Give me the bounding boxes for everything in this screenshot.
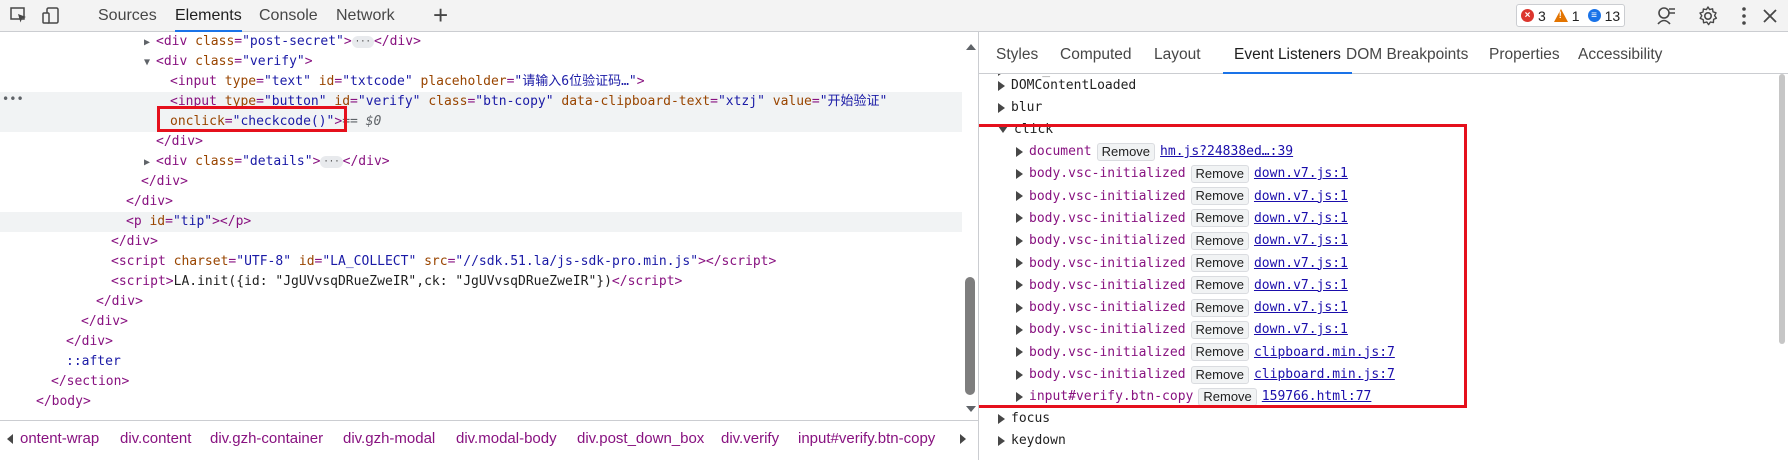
error-badge: × 3 xyxy=(1521,8,1546,24)
elements-scrollbar[interactable] xyxy=(962,32,978,420)
dom-node-post-secret[interactable]: ▶ <div class="post-secret"> ··· </div> xyxy=(0,32,962,52)
breadcrumb-item[interactable]: ontent-wrap xyxy=(20,430,99,447)
tab-properties[interactable]: Properties xyxy=(1489,32,1560,74)
event-listener-list: E..._... ... DOMContentLoaded blur click… xyxy=(979,74,1779,460)
highlight-box-onclick xyxy=(157,106,347,132)
selected-node-marker: == $0 xyxy=(342,114,382,129)
expand-arrow-icon[interactable]: ▶ xyxy=(144,33,156,53)
message-badge: ≡ 13 xyxy=(1587,7,1621,24)
tab-network[interactable]: Network xyxy=(336,0,395,32)
dom-node-input-verify-cont[interactable]: onclick="checkcode()">== $0 xyxy=(0,112,962,132)
sidebar-scrollbar[interactable] xyxy=(1779,74,1788,460)
dom-node-close-div[interactable]: </div> xyxy=(0,292,962,312)
dom-node-close-div[interactable]: </div> xyxy=(0,312,962,332)
dom-node-script-init[interactable]: <script>LA.init({id: "JgUVvsqDRueZweIR",… xyxy=(0,272,962,292)
listener-group-domcontentloaded[interactable]: DOMContentLoaded xyxy=(998,75,1136,97)
breadcrumb-items: ontent-wrap div.content div.gzh-containe… xyxy=(20,421,946,460)
dom-node-close-div[interactable]: </div> xyxy=(0,192,962,212)
dom-node-input-txtcode[interactable]: <input type="text" id="txtcode" placehol… xyxy=(0,72,962,92)
dom-node-close-div[interactable]: </div> xyxy=(0,232,962,252)
error-icon: × xyxy=(1521,9,1534,22)
expand-arrow-icon[interactable]: ▶ xyxy=(144,153,156,173)
sidebar-panel: Styles Computed Layout Event Listeners D… xyxy=(979,32,1788,460)
elements-scroll-thumb[interactable] xyxy=(965,277,975,395)
dom-node-input-verify[interactable]: <input type="button" id="verify" class="… xyxy=(0,92,962,112)
listener-group-focus[interactable]: focus xyxy=(998,408,1050,430)
performance-insights-icon[interactable] xyxy=(1656,5,1678,27)
expand-arrow-icon[interactable] xyxy=(998,102,1005,113)
collapse-arrow-icon[interactable]: ▼ xyxy=(144,53,156,73)
row-actions-icon[interactable]: ••• xyxy=(2,92,24,106)
warning-badge: ! 1 xyxy=(1553,7,1580,24)
scroll-down-icon[interactable] xyxy=(966,406,976,412)
warning-icon: ! xyxy=(1553,9,1568,22)
breadcrumb-left-icon[interactable] xyxy=(7,434,13,444)
inspect-element-icon[interactable] xyxy=(8,5,30,27)
scroll-up-icon[interactable] xyxy=(966,44,976,50)
expand-arrow-icon[interactable] xyxy=(998,80,1005,91)
error-count: 3 xyxy=(1538,7,1546,24)
listener-group-blur[interactable]: blur xyxy=(998,97,1042,119)
device-toolbar-icon[interactable] xyxy=(40,5,62,27)
dom-node-script-la[interactable]: <script charset="UTF-8" id="LA_COLLECT" … xyxy=(0,252,962,272)
devtools-toolbar: Sources Elements Console Network + × 3 ! 1… xyxy=(0,0,1788,32)
dom-node-close-section[interactable]: </section> xyxy=(0,372,962,392)
message-icon: ≡ xyxy=(1587,9,1601,22)
listener-group-keydown[interactable]: keydown xyxy=(998,430,1066,452)
warning-count: 1 xyxy=(1571,7,1580,24)
message-count: 13 xyxy=(1604,7,1621,24)
dom-node-close-div[interactable]: </div> xyxy=(0,132,962,152)
expand-arrow-icon[interactable] xyxy=(998,413,1005,424)
breadcrumb-item-current[interactable]: input#verify.btn-copy xyxy=(798,430,935,447)
dom-node-details[interactable]: ▶ <div class="details"> ··· </div> xyxy=(0,152,962,172)
collapsed-content-icon[interactable]: ··· xyxy=(351,35,374,48)
tab-sources[interactable]: Sources xyxy=(98,0,157,32)
tab-accessibility[interactable]: Accessibility xyxy=(1578,32,1662,74)
tab-computed[interactable]: Computed xyxy=(1060,32,1132,74)
issues-counter[interactable]: × 3 ! 1 ≡ 13 xyxy=(1516,4,1626,27)
sidebar-scroll-thumb[interactable] xyxy=(1779,74,1785,344)
tab-elements[interactable]: Elements xyxy=(175,0,242,32)
dom-node-p-tip[interactable]: <p id="tip"></p> xyxy=(0,212,962,232)
tab-dom-breakpoints[interactable]: DOM Breakpoints xyxy=(1346,32,1468,74)
breadcrumb-item[interactable]: div.verify xyxy=(721,430,779,447)
breadcrumb: ontent-wrap div.content div.gzh-containe… xyxy=(0,420,978,460)
breadcrumb-item[interactable]: div.post_down_box xyxy=(577,430,704,447)
plus-icon[interactable]: + xyxy=(433,1,448,29)
more-vertical-icon[interactable] xyxy=(1733,5,1755,27)
close-icon[interactable] xyxy=(1759,5,1781,27)
breadcrumb-item[interactable]: div.modal-body xyxy=(456,430,557,447)
dom-node-verify[interactable]: ▼ <div class="verify"> xyxy=(0,52,962,72)
collapsed-content-icon[interactable]: ··· xyxy=(320,155,343,168)
dom-node-close-div[interactable]: </div> xyxy=(0,332,962,352)
breadcrumb-item[interactable]: div.gzh-modal xyxy=(343,430,435,447)
dom-node-after[interactable]: ::after xyxy=(0,352,962,372)
highlight-box-click-listeners xyxy=(979,124,1467,408)
breadcrumb-item[interactable]: div.gzh-container xyxy=(210,430,323,447)
tab-event-listeners[interactable]: Event Listeners xyxy=(1223,32,1352,74)
breadcrumb-right-icon[interactable] xyxy=(960,434,966,444)
breadcrumb-item[interactable]: div.content xyxy=(120,430,191,447)
expand-arrow-icon[interactable] xyxy=(998,435,1005,446)
tab-styles[interactable]: Styles xyxy=(996,32,1038,74)
tab-console[interactable]: Console xyxy=(259,0,318,32)
dom-node-close-div[interactable]: </div> xyxy=(0,172,962,192)
settings-gear-icon[interactable] xyxy=(1697,5,1719,27)
sidebar-tabs: Styles Computed Layout Event Listeners D… xyxy=(979,32,1788,74)
dom-node-close-body[interactable]: </body> xyxy=(0,392,962,412)
elements-tree[interactable]: ▶ <div class="post-secret"> ··· </div> ▼ <di… xyxy=(0,32,978,420)
tab-layout[interactable]: Layout xyxy=(1154,32,1201,74)
